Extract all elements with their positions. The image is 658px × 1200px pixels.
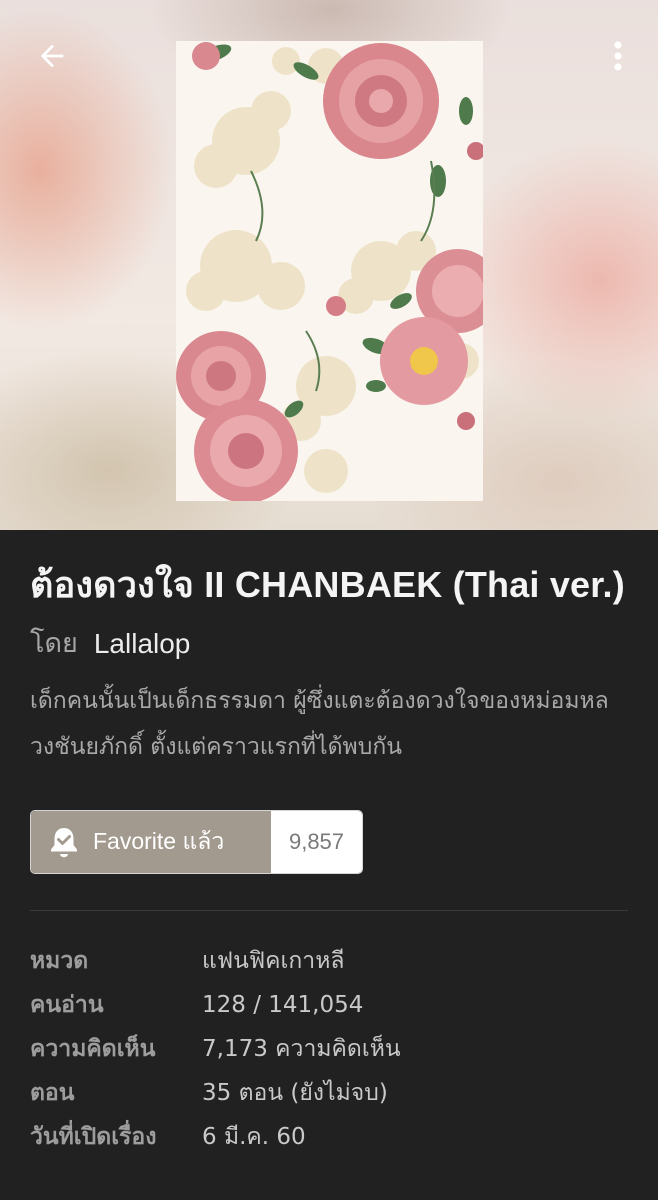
author-prefix: โดย xyxy=(30,628,78,659)
favorite-label: Favorite แล้ว xyxy=(93,828,225,854)
divider xyxy=(30,910,628,911)
info-row-start-date: วันที่เปิดเรื่อง 6 มี.ค. 60 xyxy=(30,1115,630,1159)
synopsis: เด็กคนนั้นเป็นเด็กธรรมดา ผู้ซึ่งแตะต้องด… xyxy=(30,688,609,760)
info-row-chapters: ตอน 35 ตอน (ยังไม่จบ) xyxy=(30,1071,630,1115)
info-label: คนอ่าน xyxy=(30,992,104,1018)
author-row: โดย Lallalop xyxy=(30,626,630,662)
novel-details: ต้องดวงใจ II CHANBAEK (Thai ver.) โดย La… xyxy=(30,530,630,1159)
info-label: หมวด xyxy=(30,948,89,974)
back-button[interactable] xyxy=(28,32,76,80)
info-row-comments: ความคิดเห็น 7,173 ความคิดเห็น xyxy=(30,1027,630,1071)
info-label: ความคิดเห็น xyxy=(30,1036,156,1062)
info-value: 128 / 141,054 xyxy=(202,992,364,1018)
favorite-count: 9,857 xyxy=(271,811,362,873)
info-value: แฟนฟิคเกาหลี xyxy=(202,948,345,974)
info-table: หมวด แฟนฟิคเกาหลี คนอ่าน 128 / 141,054 ค… xyxy=(30,939,630,1159)
info-label: ตอน xyxy=(30,1080,75,1106)
info-value: 6 มี.ค. 60 xyxy=(202,1124,306,1150)
more-button[interactable] xyxy=(596,32,640,80)
more-vertical-icon xyxy=(614,41,622,71)
author-name-link[interactable]: Lallalop xyxy=(94,626,191,662)
info-value: 35 ตอน (ยังไม่จบ) xyxy=(202,1080,388,1106)
info-row-readers: คนอ่าน 128 / 141,054 xyxy=(30,983,630,1027)
cover-header xyxy=(0,0,658,530)
novel-title: ต้องดวงใจ II CHANBAEK (Thai ver.) xyxy=(30,564,625,605)
info-value: 7,173 ความคิดเห็น xyxy=(202,1036,401,1062)
bell-check-icon xyxy=(51,828,77,858)
arrow-left-icon xyxy=(40,44,64,68)
info-label: วันที่เปิดเรื่อง xyxy=(30,1124,157,1150)
cover-image xyxy=(176,41,483,501)
favorite-button[interactable]: Favorite แล้ว xyxy=(31,811,271,873)
favorite-widget: Favorite แล้ว 9,857 xyxy=(30,810,363,874)
info-row-category: หมวด แฟนฟิคเกาหลี xyxy=(30,939,630,983)
